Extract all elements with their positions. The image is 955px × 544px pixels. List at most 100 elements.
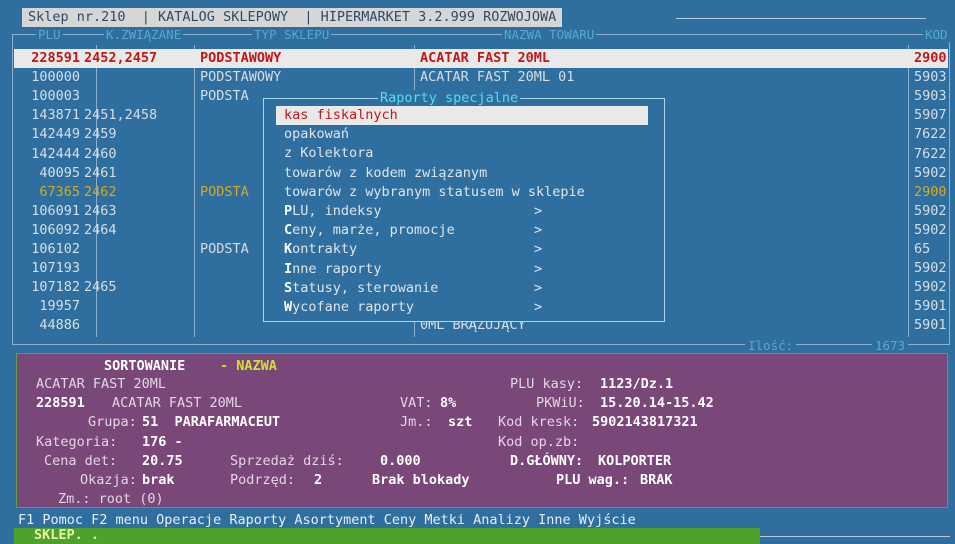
menu-item[interactable]: Kontrakty >	[276, 240, 648, 259]
cell-plu: 143871	[31, 107, 80, 124]
menu-item-text: kas fiskalnych	[284, 107, 398, 123]
podrzed-value: 2	[314, 472, 323, 488]
kod-kresk-value: 5902143817321	[592, 414, 698, 430]
menu-item[interactable]: towarów z wybranym statusem w sklepie	[276, 183, 648, 202]
menu-item[interactable]: Inne raporty >	[276, 260, 648, 279]
cell-kod: 5902	[914, 260, 947, 277]
submenu-arrow-icon: >	[534, 222, 543, 239]
cell-typ-sklepu: PODSTA	[200, 183, 249, 200]
cell-kod: 5902	[914, 164, 947, 181]
menu-item-label: towarów z wybranym statusem w sklepie	[284, 183, 585, 202]
sort-title: SORTOWANIE	[104, 358, 186, 374]
menu-item-text: towarów z wybranym statusem w sklepie	[284, 183, 585, 200]
cell-kod: 2900	[914, 183, 947, 200]
menu-item[interactable]: PLU, indeksy >	[276, 202, 648, 221]
menu-item-label: Inne raporty	[284, 260, 382, 279]
cell-plu: 106102	[31, 241, 80, 257]
cell-kod: 5901	[914, 317, 947, 334]
cell-typ-sklepu: PODSTA	[200, 88, 249, 105]
column-header-nazwa-towaru[interactable]: NAZWA TOWARU	[502, 27, 597, 42]
jm-value: szt	[448, 414, 473, 430]
kategoria-label: Kategoria:	[36, 434, 118, 450]
menu-item[interactable]: towarów z kodem związanym	[276, 164, 648, 183]
menu-item-hotkey: K	[284, 241, 293, 258]
cell-k-zwiazane: 2451,2458	[84, 107, 158, 124]
column-header-kod[interactable]: KOD	[923, 27, 950, 42]
menu-item-hotkey: W	[284, 299, 293, 315]
menu-item-text: LU, indeksy	[292, 203, 382, 219]
cell-kod: 5902	[914, 221, 947, 238]
blokada-status: Brak blokady	[372, 472, 470, 488]
menu-item-hotkey: S	[284, 279, 293, 296]
dialog-title: Raporty specjalne	[378, 90, 521, 106]
dglowny-value: KOLPORTER	[598, 453, 672, 469]
status-divider	[760, 536, 950, 537]
menu-item-text: opakowań	[284, 126, 350, 143]
kod-opzb-label: Kod op.zb:	[498, 434, 580, 450]
menu-item-text: ontrakty	[292, 241, 358, 258]
table-row[interactable]: 228591 2452,2457 PODSTAWOWY ACATAR FAST 20M…	[14, 49, 948, 68]
menu-item-label: Ceny, marże, promocje	[284, 221, 455, 240]
count-value: 1673	[872, 338, 909, 353]
vat-label: VAT:	[400, 395, 433, 411]
dglowny-label: D.GŁÓWNY:	[510, 453, 584, 469]
cell-kod: 5902	[914, 202, 947, 219]
pluwag-label: PLU wag.:	[556, 472, 630, 488]
vat-value: 8%	[440, 395, 457, 411]
cell-k-zwiazane: 2465	[84, 279, 117, 296]
menu-item[interactable]: opakowań	[276, 125, 648, 144]
cell-k-zwiazane: 2463	[84, 202, 117, 219]
cell-plu: 106091	[31, 202, 80, 219]
cell-plu: 40095	[39, 164, 80, 181]
menu-item[interactable]: Wycofane raporty >	[276, 298, 648, 317]
pkwiu-label: PKWiU:	[536, 395, 585, 411]
status-bar: SKLEP. .	[14, 528, 760, 544]
cell-kod: 7622	[914, 145, 947, 162]
menu-item-label: z Kolektora	[284, 144, 373, 163]
cell-k-zwiazane: 2459	[84, 126, 117, 143]
menu-item-label: Kontrakty	[284, 240, 357, 259]
product-name: ACATAR FAST 20ML	[36, 376, 167, 392]
zm-line: Zm.: root (0)	[58, 491, 164, 507]
window-title: Sklep nr.210 | KATALOG SKLEPOWY | HIPERM…	[22, 8, 563, 27]
cell-k-zwiazane: 2460	[84, 145, 117, 162]
plu-kasy-label: PLU kasy:	[510, 376, 584, 392]
submenu-arrow-icon: >	[534, 279, 543, 296]
cena-value: 20.75	[142, 453, 183, 469]
cell-plu: 44886	[39, 317, 80, 334]
kod-kresk-label: Kod kresk:	[498, 414, 580, 430]
column-header-plu[interactable]: PLU	[36, 27, 63, 42]
column-header-typ-sklepu[interactable]: TYP SKLEPU	[252, 27, 332, 42]
function-key-bar[interactable]: F1 Pomoc F2 menu Operacje Raporty Asorty…	[18, 512, 636, 528]
menu-item-text: z Kolektora	[284, 145, 374, 162]
menu-item-hotkey: I	[284, 260, 293, 277]
cell-plu: 100000	[31, 69, 80, 86]
kategoria-value: 176 -	[142, 434, 183, 450]
menu-item-label: kas fiskalnych	[284, 106, 398, 125]
menu-item-text: towarów z kodem związanym	[284, 164, 488, 181]
sort-mode: - NAZWA	[220, 358, 277, 374]
menu-item[interactable]: Ceny, marże, promocje >	[276, 221, 648, 240]
cell-plu: 228591	[31, 50, 80, 66]
menu-item[interactable]: z Kolektora	[276, 144, 648, 163]
menu-item-label: opakowań	[284, 125, 349, 144]
menu-item[interactable]: Statusy, sterowanie >	[276, 279, 648, 298]
cell-typ-sklepu: PODSTAWOWY	[200, 50, 282, 66]
menu-item[interactable]: kas fiskalnych	[276, 106, 648, 125]
cell-plu: 19957	[39, 298, 80, 315]
column-header-k-zwiazane[interactable]: K.ZWIĄZANE	[104, 27, 184, 42]
cell-plu: 100003	[31, 88, 80, 105]
menu-item-label: Statusy, sterowanie	[284, 279, 438, 298]
cell-typ-sklepu: PODSTA	[200, 241, 249, 257]
table-row[interactable]: 100000 PODSTAWOWY ACATAR FAST 20ML 01 5903	[14, 68, 948, 87]
cell-plu: 106092	[31, 221, 80, 238]
submenu-arrow-icon: >	[534, 260, 543, 277]
menu-item-label: towarów z kodem związanym	[284, 164, 487, 183]
menu-item-hotkey: P	[284, 203, 293, 219]
cell-plu: 142444	[31, 145, 80, 162]
okazja-label: Okazja:	[80, 472, 137, 488]
sprzedaz-label: Sprzedaż dziś:	[230, 453, 344, 469]
menu-item-text: nne raporty	[292, 260, 382, 277]
menu-item-label: PLU, indeksy	[284, 202, 382, 221]
cell-kod: 2900	[914, 50, 947, 66]
